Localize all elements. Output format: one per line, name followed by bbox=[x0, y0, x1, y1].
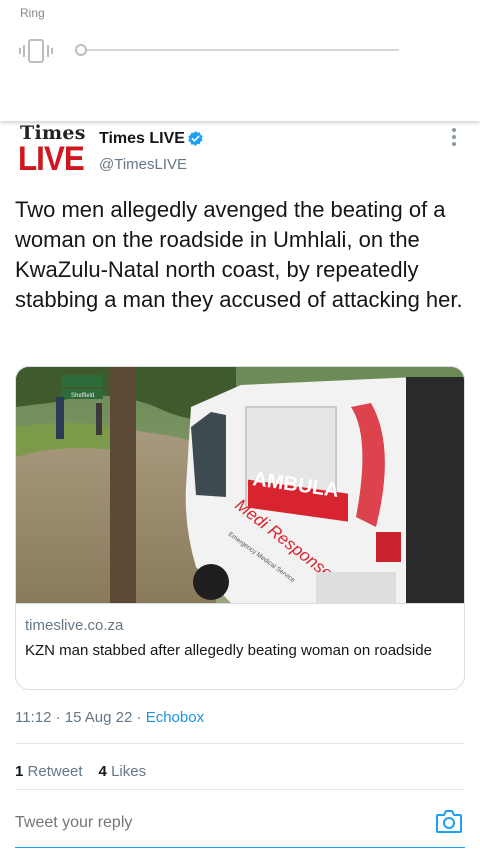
tweet-stats: 1 Retweet 4 Likes bbox=[15, 763, 146, 780]
signpost-text: Sheffield bbox=[71, 393, 94, 399]
avatar-logo-line2: LIVE bbox=[18, 140, 85, 178]
display-name[interactable]: Times LIVE bbox=[99, 130, 185, 148]
like-label: Likes bbox=[111, 763, 147, 780]
link-card[interactable]: Sheffield AMBULA Medi Response Emergency… bbox=[15, 366, 465, 690]
ringer-volume-panel: Ring bbox=[0, 0, 480, 121]
meta-separator-2: · bbox=[136, 709, 146, 726]
camera-icon[interactable] bbox=[435, 808, 463, 834]
card-title: KZN man stabbed after allegedly beating … bbox=[25, 642, 432, 659]
reply-input[interactable] bbox=[15, 814, 222, 832]
verified-badge-icon bbox=[188, 131, 203, 146]
ringer-volume-slider-thumb[interactable] bbox=[75, 44, 87, 56]
card-domain: timeslive.co.za bbox=[25, 617, 124, 634]
retweet-label: Retweet bbox=[27, 763, 83, 780]
tweet-meta: 11:12 · 15 Aug 22 · Echobox bbox=[15, 709, 204, 726]
retweets-stat[interactable]: 1 Retweet bbox=[15, 763, 83, 780]
times-live-avatar[interactable]: Times LIVE bbox=[16, 122, 85, 182]
tweet-source-link[interactable]: Echobox bbox=[146, 709, 204, 726]
user-handle[interactable]: @TimesLIVE bbox=[99, 156, 187, 173]
ringer-label: Ring bbox=[20, 6, 45, 20]
vibrate-icon[interactable] bbox=[19, 38, 53, 64]
ambulance-photo[interactable]: Sheffield AMBULA Medi Response Emergency… bbox=[16, 367, 465, 603]
reply-bar bbox=[0, 790, 480, 854]
meta-separator-1: · bbox=[55, 709, 65, 726]
card-divider bbox=[16, 603, 464, 604]
more-options-icon[interactable] bbox=[449, 128, 459, 148]
divider bbox=[15, 743, 465, 744]
likes-stat[interactable]: 4 Likes bbox=[99, 763, 147, 780]
tweet-time: 11:12 bbox=[15, 709, 52, 726]
reply-underline bbox=[15, 847, 465, 848]
tweet-date: 15 Aug 22 bbox=[64, 709, 133, 726]
tweet-text: Two men allegedly avenged the beating of… bbox=[15, 197, 463, 312]
like-count: 4 bbox=[98, 763, 107, 780]
ringer-volume-slider-track[interactable] bbox=[78, 49, 399, 51]
retweet-count: 1 bbox=[15, 763, 24, 780]
